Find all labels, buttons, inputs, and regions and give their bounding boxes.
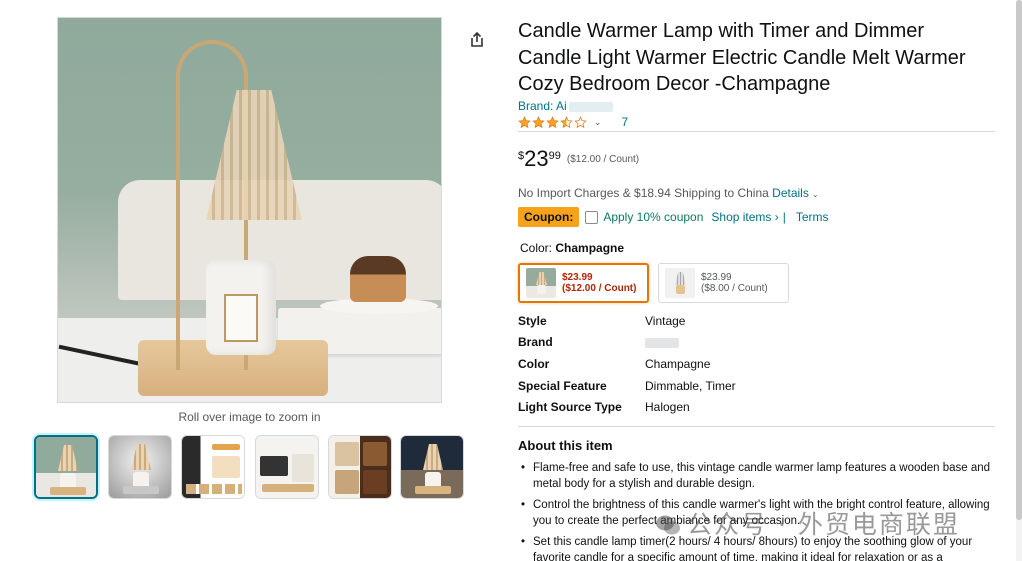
- spec-key: Style: [518, 314, 547, 328]
- star-icon: [532, 115, 545, 129]
- scrollbar-thumb[interactable]: [1016, 0, 1022, 520]
- thumbnail-6[interactable]: [400, 435, 464, 499]
- spec-value-redacted: [645, 335, 679, 349]
- spec-row-light-source: Light Source Type Halogen: [518, 400, 818, 416]
- brand-text[interactable]: Brand: Ai: [518, 99, 567, 113]
- price-whole: 23: [524, 146, 549, 171]
- wechat-icon: [656, 515, 680, 535]
- spec-value: Dimmable, Timer: [645, 379, 736, 393]
- shop-items-link[interactable]: Shop items ›: [711, 210, 778, 224]
- swatch-unit-price: ($8.00 / Count): [701, 283, 768, 294]
- color-swatch-alt[interactable]: $23.99 ($8.00 / Count): [658, 263, 789, 303]
- coupon-row: Coupon: Apply 10% coupon Shop items › | …: [518, 207, 829, 227]
- thumbnail-4[interactable]: [255, 435, 319, 499]
- star-rating[interactable]: [518, 115, 588, 129]
- divider: [518, 131, 995, 132]
- thumbnail-3[interactable]: [181, 435, 245, 499]
- product-title: Candle Warmer Lamp with Timer and Dimmer…: [518, 20, 966, 95]
- main-product-image[interactable]: [57, 17, 442, 403]
- swatch-image: [526, 268, 556, 298]
- spec-value: Halogen: [645, 400, 690, 414]
- image-candle-label: [224, 294, 258, 342]
- divider: [518, 426, 995, 427]
- shipping-text: No Import Charges & $18.94 Shipping to C…: [518, 186, 769, 200]
- shipping-info: No Import Charges & $18.94 Shipping to C…: [518, 186, 819, 200]
- color-swatch-champagne[interactable]: $23.99 ($12.00 / Count): [518, 263, 649, 303]
- swatch-price: $23.99 ($12.00 / Count): [562, 272, 636, 294]
- coupon-terms-link[interactable]: Terms: [796, 210, 829, 224]
- swatch-price-value: $23.99: [562, 272, 593, 283]
- thumbnail-5[interactable]: [328, 435, 392, 499]
- spec-value: Champagne: [645, 357, 711, 371]
- share-icon[interactable]: [468, 31, 486, 49]
- star-icon: [574, 115, 587, 129]
- coupon-separator: |: [782, 210, 786, 224]
- spec-key: Brand: [518, 335, 553, 349]
- watermark: 公众号 · 外贸电商联盟: [655, 505, 960, 541]
- star-icon: [518, 115, 531, 129]
- zoom-hint: Roll over image to zoom in: [178, 410, 321, 424]
- about-title: About this item: [518, 438, 613, 453]
- brand-redacted: [568, 101, 613, 112]
- color-selected-value: Champagne: [555, 241, 625, 255]
- about-item: Flame-free and safe to use, this vintage…: [520, 460, 992, 492]
- spec-row-special-feature: Special Feature Dimmable, Timer: [518, 379, 818, 395]
- apply-coupon-label[interactable]: Apply 10% coupon: [603, 210, 703, 224]
- star-icon: [560, 115, 573, 129]
- brand-link[interactable]: Brand: Ai: [518, 99, 613, 113]
- chevron-down-icon[interactable]: ⌄: [812, 190, 819, 199]
- swatch-price-value: $23.99: [701, 272, 732, 283]
- spec-row-style: Style Vintage: [518, 314, 818, 330]
- spec-key: Color: [518, 357, 550, 371]
- swatch-image: [665, 268, 695, 298]
- unit-price: ($12.00 / Count): [566, 154, 640, 165]
- swatch-unit-price: ($12.00 / Count): [562, 283, 637, 294]
- image-cupcake: [350, 256, 406, 302]
- thumbnail-1[interactable]: [34, 435, 98, 499]
- star-icon: [546, 115, 559, 129]
- shipping-details-link[interactable]: Details: [772, 186, 809, 200]
- rating-count-link[interactable]: 7: [622, 115, 629, 129]
- spec-row-color: Color Champagne: [518, 357, 818, 373]
- rating-row: ⌄ 7: [518, 115, 628, 129]
- coupon-badge: Coupon:: [518, 207, 580, 227]
- spec-value: Vintage: [645, 314, 686, 328]
- price-block: $ 23 99 ($12.00 / Count): [518, 147, 639, 171]
- spec-row-brand: Brand: [518, 335, 818, 351]
- spec-key: Light Source Type: [518, 400, 622, 414]
- color-label: Color: Champagne: [520, 241, 624, 255]
- swatch-price: $23.99 ($8.00 / Count): [701, 272, 768, 294]
- price-fraction: 99: [548, 150, 561, 162]
- spec-key: Special Feature: [518, 379, 607, 393]
- coupon-checkbox[interactable]: [585, 210, 599, 224]
- chevron-down-icon[interactable]: ⌄: [594, 117, 602, 128]
- watermark-text: 公众号 · 外贸电商联盟: [687, 510, 960, 539]
- color-label-prefix: Color:: [520, 241, 553, 255]
- thumbnail-2[interactable]: [108, 435, 172, 499]
